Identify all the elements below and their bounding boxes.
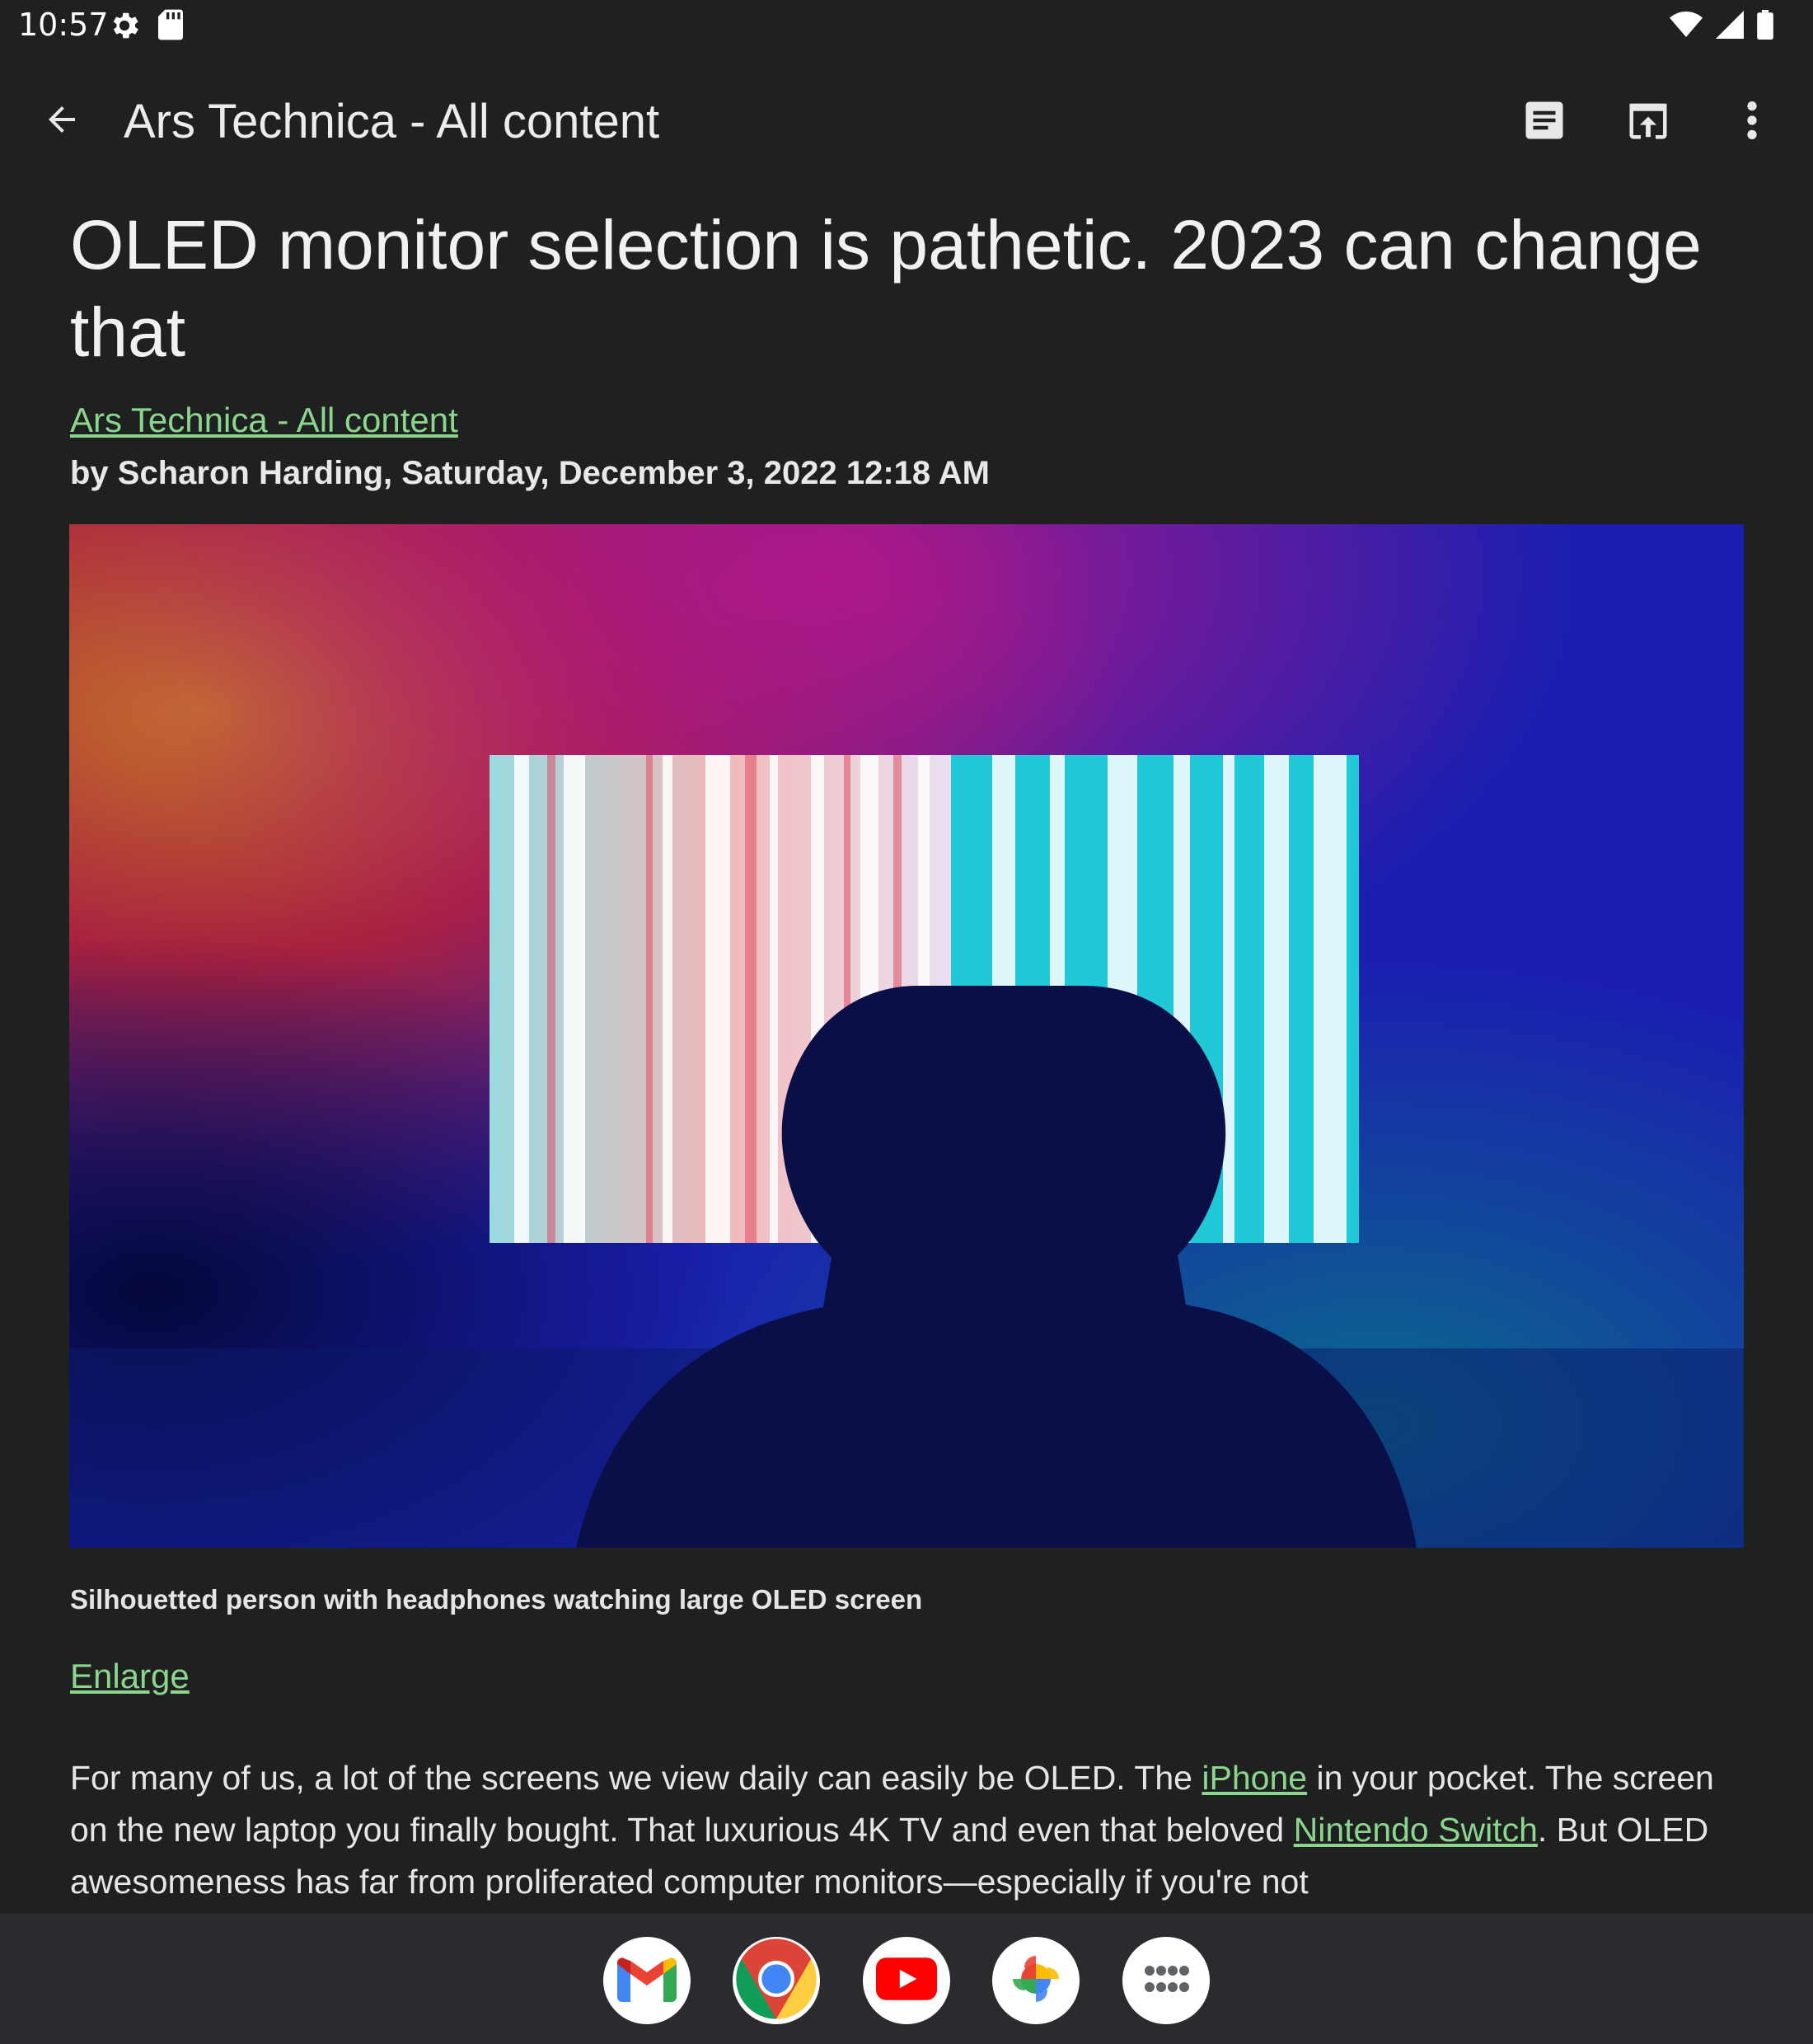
- hero-image[interactable]: [69, 524, 1744, 1548]
- youtube-app-button[interactable]: [863, 1937, 950, 2024]
- status-right-icons: [1670, 10, 1773, 44]
- battery-icon: [1757, 10, 1773, 44]
- gmail-icon: [617, 1956, 677, 2006]
- app-bar: Ars Technica - All content: [0, 54, 1813, 191]
- youtube-icon: [876, 1957, 937, 2004]
- reader-view-icon: [1522, 98, 1567, 147]
- article-body: For many of us, a lot of the screens we …: [70, 1752, 1751, 1908]
- app-drawer-icon: [1143, 1962, 1189, 1999]
- article-title: OLED monitor selection is pathetic. 2023…: [70, 206, 1702, 371]
- chrome-icon: [733, 1935, 820, 2027]
- source-link[interactable]: Ars Technica - All content: [70, 401, 1751, 440]
- image-caption: Silhouetted person with headphones watch…: [70, 1584, 923, 1615]
- status-time: 10:57: [18, 7, 109, 43]
- reader-view-button[interactable]: [1513, 91, 1576, 153]
- photos-app-button[interactable]: [992, 1937, 1080, 2024]
- more-options-button[interactable]: [1721, 91, 1783, 153]
- wifi-icon: [1670, 11, 1703, 43]
- settings-gear-icon: [107, 8, 142, 47]
- gmail-app-button[interactable]: [603, 1937, 691, 2024]
- enlarge-link[interactable]: Enlarge: [70, 1657, 190, 1696]
- nintendo-switch-link[interactable]: Nintendo Switch: [1294, 1811, 1538, 1849]
- body-text-1: For many of us, a lot of the screens we …: [70, 1759, 1202, 1797]
- cell-signal-icon: [1716, 11, 1744, 43]
- open-in-browser-button[interactable]: [1617, 91, 1679, 153]
- back-button[interactable]: [36, 96, 87, 147]
- app-dock: [0, 1914, 1813, 2044]
- hero-image-graphic: [69, 524, 1744, 1548]
- chrome-app-button[interactable]: [733, 1937, 820, 2024]
- app-title: Ars Technica - All content: [124, 95, 660, 148]
- more-vert-icon: [1744, 99, 1760, 146]
- photos-icon: [1006, 1949, 1066, 2013]
- article-header: OLED monitor selection is pathetic. 2023…: [70, 191, 1751, 492]
- iphone-link[interactable]: iPhone: [1202, 1759, 1307, 1797]
- sd-card-icon: [157, 8, 185, 47]
- byline: by Scharon Harding, Saturday, December 3…: [70, 455, 990, 491]
- status-bar: 10:57: [0, 0, 1813, 54]
- app-drawer-button[interactable]: [1122, 1937, 1210, 2024]
- open-in-browser-icon: [1626, 98, 1670, 147]
- arrow-left-icon: [42, 100, 82, 143]
- status-left-icons: [107, 8, 185, 47]
